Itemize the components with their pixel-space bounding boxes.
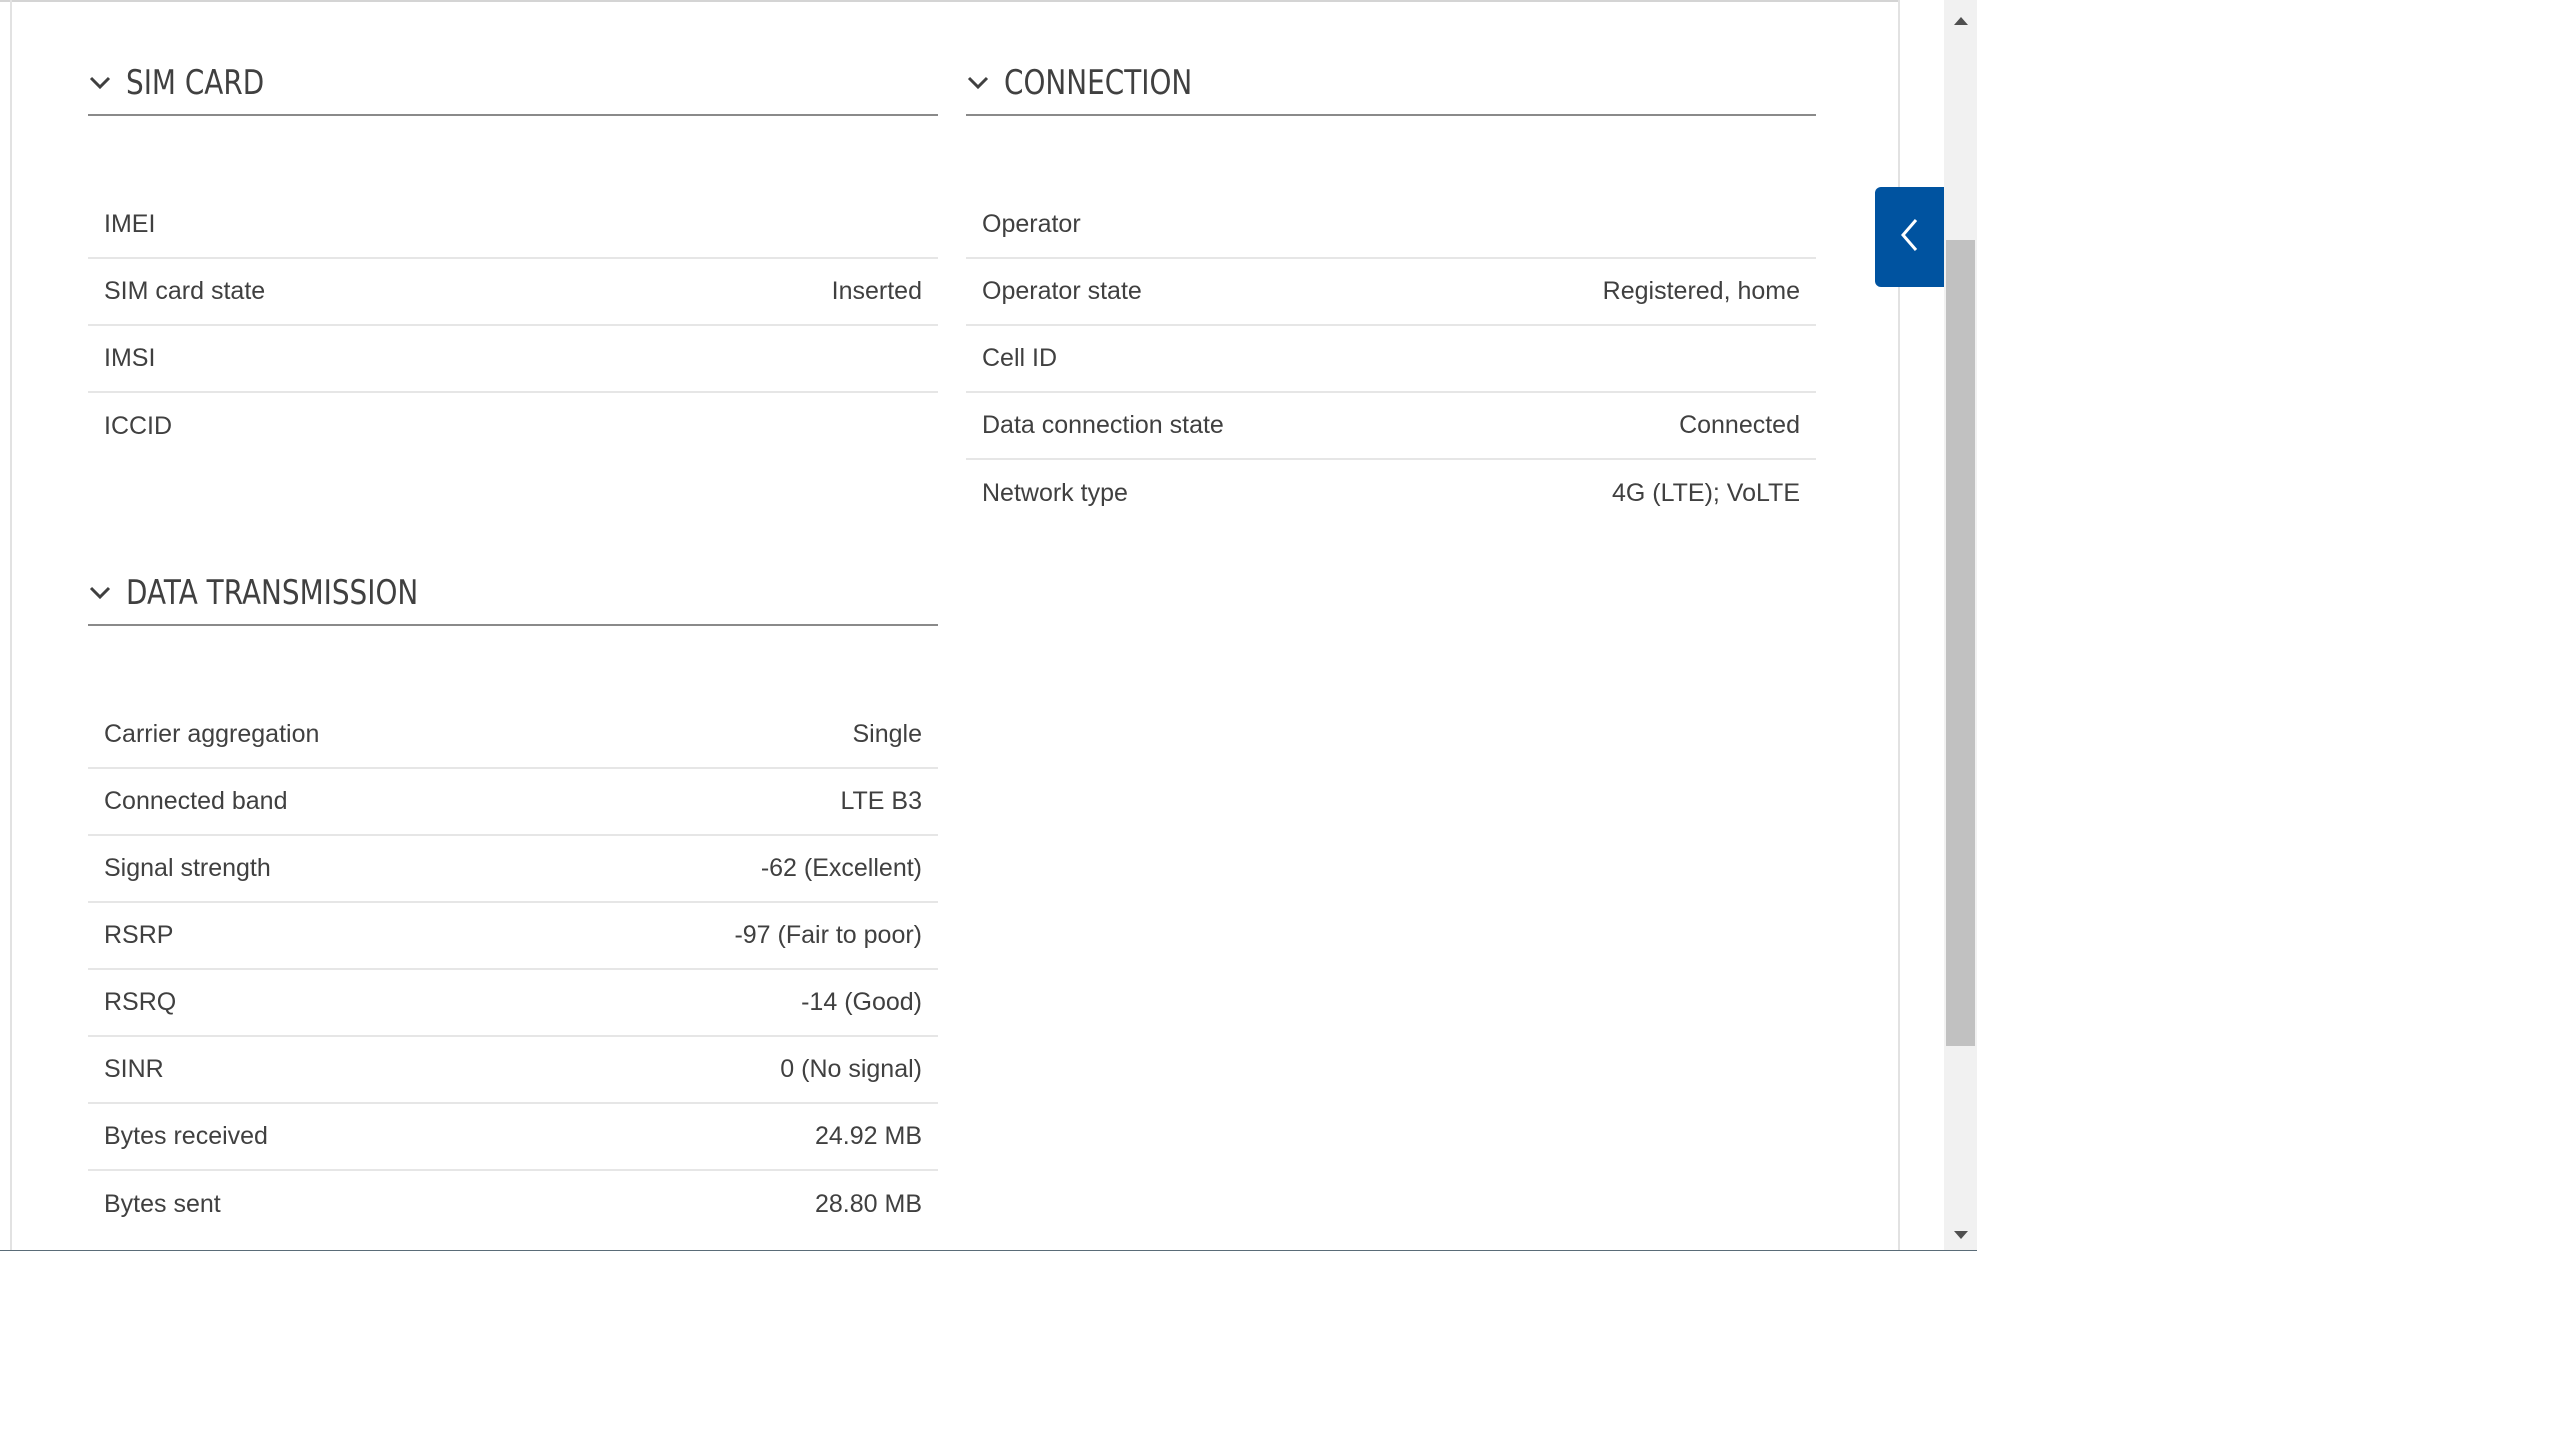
row-label: Data connection state	[982, 411, 1224, 439]
row-value: Connected	[1679, 411, 1800, 439]
row-label: ICCID	[104, 412, 173, 440]
table-row: Cell ID	[966, 326, 1816, 393]
side-panel-toggle-button[interactable]	[1875, 187, 1944, 287]
row-label: RSRQ	[104, 988, 177, 1016]
row-label: Connected band	[104, 787, 288, 815]
table-row: Operator state Registered, home	[966, 259, 1816, 326]
scrollbar-thumb[interactable]	[1946, 240, 1975, 1046]
row-label: SINR	[104, 1055, 164, 1083]
sim-card-table: IMEI SIM card state Inserted IMSI ICCID	[88, 192, 938, 460]
top-divider	[0, 0, 1900, 2]
data-transmission-section: DATA TRANSMISSION Carrier aggregation Si…	[88, 562, 938, 1238]
row-label: Carrier aggregation	[104, 720, 320, 748]
sim-card-header[interactable]: SIM CARD	[88, 52, 938, 116]
row-label: Operator	[982, 210, 1081, 238]
row-value: -97 (Fair to poor)	[734, 921, 922, 949]
row-value: Registered, home	[1602, 277, 1800, 305]
table-row: SINR 0 (No signal)	[88, 1037, 938, 1104]
scroll-down-button[interactable]	[1944, 1220, 1977, 1250]
row-value: 24.92 MB	[814, 1122, 922, 1150]
row-label: Operator state	[982, 277, 1142, 305]
table-row: Bytes received 24.92 MB	[88, 1104, 938, 1171]
row-label: Cell ID	[982, 344, 1058, 372]
chevron-down-icon[interactable]	[88, 71, 112, 95]
bottom-divider	[0, 1250, 1977, 1251]
table-row: Carrier aggregation Single	[88, 702, 938, 769]
table-row: SIM card state Inserted	[88, 259, 938, 326]
row-value: 0 (No signal)	[780, 1055, 922, 1083]
row-label: Network type	[982, 479, 1128, 507]
table-row: Network type 4G (LTE); VoLTE	[966, 460, 1816, 527]
row-value: Single	[852, 720, 923, 748]
row-label: Signal strength	[104, 854, 271, 882]
row-label: RSRP	[104, 921, 174, 949]
row-value: -14 (Good)	[801, 988, 922, 1016]
triangle-up-icon	[1953, 17, 1968, 25]
row-label: IMEI	[104, 210, 156, 238]
row-label: SIM card state	[104, 277, 266, 305]
table-row: Bytes sent 28.80 MB	[88, 1171, 938, 1238]
table-row: Connected band LTE B3	[88, 769, 938, 836]
mobile-status-page: SIM CARD IMEI SIM card state Inserted IM…	[0, 0, 1977, 1251]
chevron-down-icon[interactable]	[966, 71, 990, 95]
section-title: DATA TRANSMISSION	[126, 573, 419, 613]
data-transmission-header[interactable]: DATA TRANSMISSION	[88, 562, 938, 626]
row-value: -62 (Excellent)	[760, 854, 922, 882]
section-title: CONNECTION	[1004, 63, 1193, 103]
data-transmission-table: Carrier aggregation Single Connected ban…	[88, 702, 938, 1238]
table-row: IMSI	[88, 326, 938, 393]
section-title: SIM CARD	[126, 63, 265, 103]
row-value: 4G (LTE); VoLTE	[1611, 479, 1800, 507]
table-row: Operator	[966, 192, 1816, 259]
row-value: Inserted	[831, 277, 922, 305]
row-label: Bytes sent	[104, 1190, 221, 1218]
table-row: RSRQ -14 (Good)	[88, 970, 938, 1037]
sim-card-section: SIM CARD IMEI SIM card state Inserted IM…	[88, 52, 938, 460]
scroll-up-button[interactable]	[1944, 6, 1977, 36]
table-row: IMEI	[88, 192, 938, 259]
table-row: Signal strength -62 (Excellent)	[88, 836, 938, 903]
row-label: IMSI	[104, 344, 156, 372]
connection-header[interactable]: CONNECTION	[966, 52, 1816, 116]
connection-section: CONNECTION Operator Operator state Regis…	[966, 52, 1816, 527]
table-row: ICCID	[88, 393, 938, 460]
row-value: LTE B3	[840, 787, 922, 815]
chevron-left-icon	[1899, 217, 1921, 258]
row-label: Bytes received	[104, 1122, 268, 1150]
table-row: RSRP -97 (Fair to poor)	[88, 903, 938, 970]
table-row: Data connection state Connected	[966, 393, 1816, 460]
row-value: 28.80 MB	[814, 1190, 922, 1218]
vertical-scrollbar[interactable]	[1944, 0, 1977, 1251]
connection-table: Operator Operator state Registered, home…	[966, 192, 1816, 527]
chevron-down-icon[interactable]	[88, 581, 112, 605]
left-border	[10, 0, 12, 1251]
triangle-down-icon	[1953, 1231, 1968, 1239]
